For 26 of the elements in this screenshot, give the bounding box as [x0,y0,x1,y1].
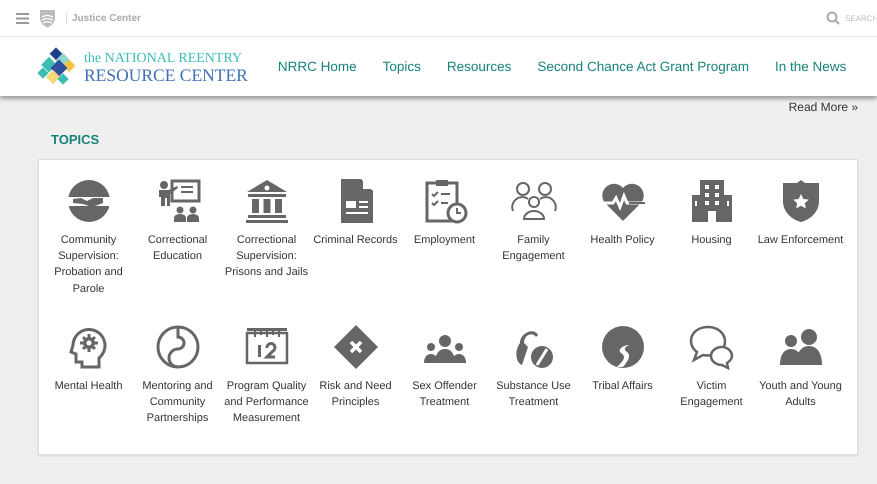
topic-link[interactable]: Community Supervision: Probation and Parole [46,232,132,297]
nav-link[interactable]: Resources [446,59,512,74]
topic-link[interactable]: Victim Engagement [668,378,754,410]
topic-link[interactable]: Criminal Records [313,232,398,248]
topic-link[interactable]: Mentoring and Community Partnerships [134,378,220,427]
topic-link[interactable]: Family Engagement [490,232,576,264]
topic-link[interactable]: Youth and Young Adults [758,378,844,410]
topic-link[interactable]: Substance Use Treatment [490,378,576,410]
topic-link[interactable]: Sex Offender Treatment [402,378,488,410]
topic-link[interactable]: Tribal Affairs [592,378,653,394]
topic-link[interactable]: Law Enforcement [758,232,844,248]
topic-link[interactable]: Risk and Need Principles [312,378,398,410]
topic-link[interactable]: Correctional Education [134,232,220,264]
logo-text[interactable]: the NATIONAL REENTRY RESOURCE CENTER [84,50,248,84]
topic-link[interactable]: Housing [691,232,732,248]
topic-link[interactable]: Program Quality and Performance Measurement [224,378,310,427]
section-heading: TOPICS [51,132,100,147]
nav-link[interactable]: Second Chance Act Grant Program [537,59,750,74]
nav-link[interactable]: NRRC Home [278,59,357,74]
nav-link[interactable]: In the News [775,59,846,74]
topic-link[interactable]: Mental Health [54,378,122,394]
topic-link[interactable]: Employment [414,232,476,248]
topic-link[interactable]: Correctional Supervision: Prisons and Jails [224,232,310,281]
nav-link[interactable]: Topics [382,59,421,74]
topic-link[interactable]: Health Policy [590,232,655,248]
read-more-link[interactable]: Read More » [788,100,858,118]
